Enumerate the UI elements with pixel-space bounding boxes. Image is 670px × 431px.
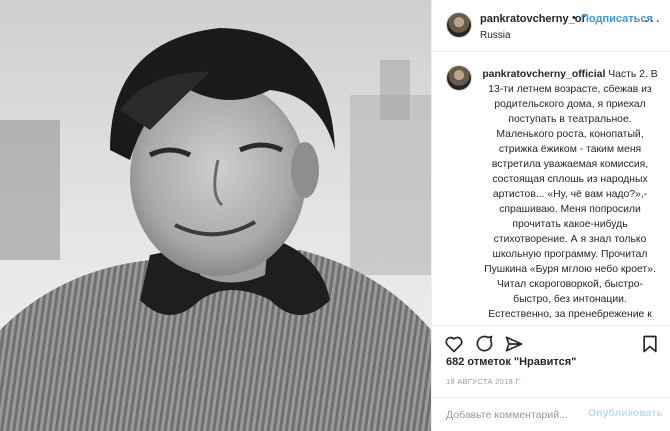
heart-icon[interactable] bbox=[444, 334, 464, 354]
add-comment-form: Опубликовать bbox=[432, 397, 670, 431]
portrait-image bbox=[0, 0, 431, 431]
post-date: 18 АВГУСТА 2018 Г. bbox=[446, 377, 522, 386]
location-link[interactable]: Russia bbox=[480, 30, 511, 41]
publish-button[interactable]: Опубликовать bbox=[588, 407, 663, 419]
post-details-panel: pankratovcherny_of • Подписаться Russia … bbox=[431, 0, 670, 431]
caption-author-avatar[interactable] bbox=[446, 65, 472, 91]
separator-dot: • bbox=[572, 12, 576, 24]
comment-icon[interactable] bbox=[474, 334, 494, 354]
more-options-icon[interactable]: ··· bbox=[644, 12, 661, 28]
likes-count[interactable]: 682 отметок "Нравится" bbox=[446, 356, 576, 368]
action-bar bbox=[432, 325, 670, 359]
share-icon[interactable] bbox=[504, 334, 524, 354]
post-photo[interactable] bbox=[0, 0, 431, 431]
author-username-link[interactable]: pankratovcherny_of bbox=[480, 13, 585, 25]
caption-username-link[interactable]: pankratovcherny_official bbox=[482, 69, 605, 80]
author-avatar[interactable] bbox=[446, 12, 472, 38]
comments-list[interactable]: pankratovcherny_official Часть 2. В 13-т… bbox=[432, 53, 670, 323]
post-caption: pankratovcherny_official Часть 2. В 13-т… bbox=[480, 67, 660, 323]
bookmark-icon[interactable] bbox=[640, 334, 660, 354]
post-header: pankratovcherny_of • Подписаться Russia … bbox=[432, 0, 670, 52]
comment-input[interactable] bbox=[446, 406, 596, 424]
caption-text: Часть 2. В 13-ти летнем возрасте, сбежав… bbox=[484, 69, 658, 320]
follow-button[interactable]: Подписаться bbox=[581, 13, 653, 25]
